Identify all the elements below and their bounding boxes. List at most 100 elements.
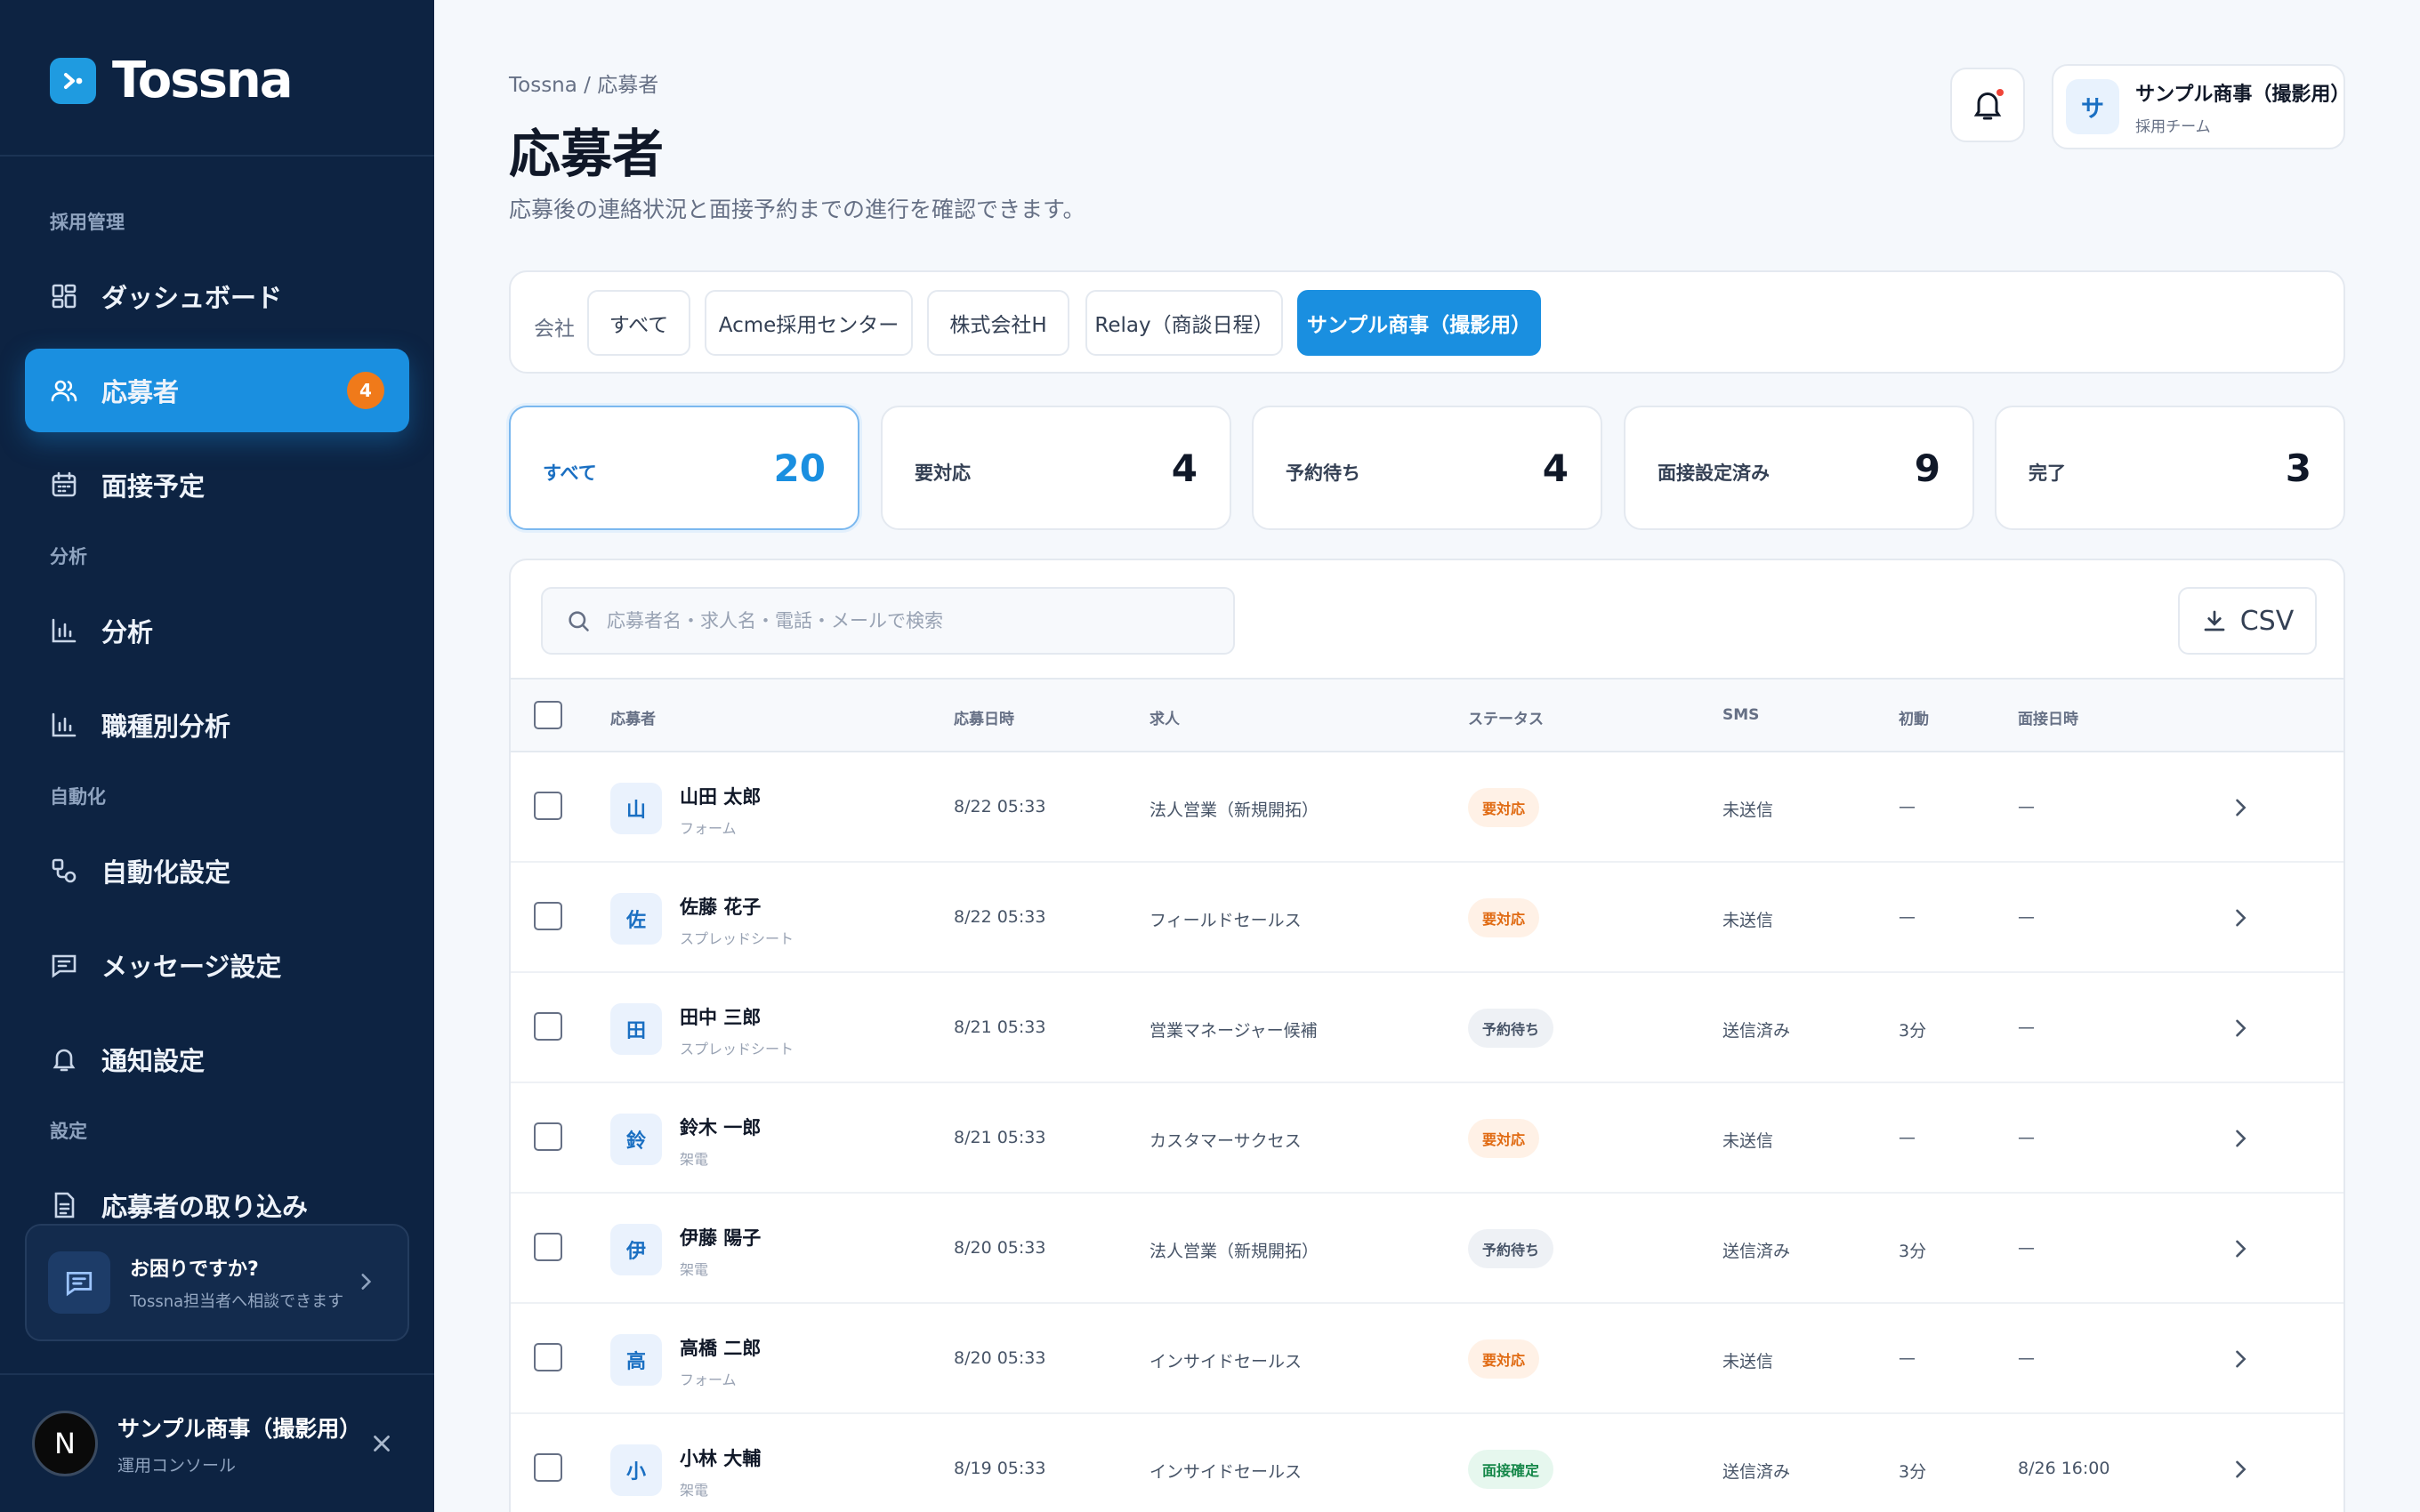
table-row[interactable]: 小 小林 大輔 架電 8/19 05:33 インサイドセールス 面接確定 送信済… bbox=[511, 1414, 2343, 1512]
stat-card-awaiting-booking[interactable]: 予約待ち 4 bbox=[1252, 406, 1602, 530]
table-row[interactable]: 山 山田 太郎 フォーム 8/22 05:33 法人営業（新規開拓） 要対応 未… bbox=[511, 752, 2343, 863]
user-menu[interactable]: サ サンプル商事（撮影用） 採用チーム bbox=[2052, 64, 2350, 149]
table-row[interactable]: 高 高橋 二郎 フォーム 8/20 05:33 インサイドセールス 要対応 未送… bbox=[511, 1304, 2343, 1414]
row-checkbox[interactable] bbox=[534, 1122, 562, 1151]
chevron-right-icon[interactable] bbox=[2228, 1016, 2253, 1041]
sidebar-item-automation[interactable]: 自動化設定 bbox=[25, 829, 409, 913]
sidebar-item-label: 通知設定 bbox=[101, 1046, 206, 1076]
company-chip-all[interactable]: すべて bbox=[587, 290, 690, 356]
column-header-sms: SMS bbox=[1722, 706, 1760, 724]
close-icon[interactable] bbox=[368, 1430, 395, 1457]
table-row[interactable]: 田 田中 三郎 スプレッドシート 8/21 05:33 営業マネージャー候補 予… bbox=[511, 973, 2343, 1083]
sidebar-item-applicants[interactable]: 応募者 4 bbox=[25, 349, 409, 432]
company-chip-sample[interactable]: サンプル商事（撮影用） bbox=[1297, 290, 1541, 356]
row-checkbox[interactable] bbox=[534, 1343, 562, 1371]
applied-at: 8/19 05:33 bbox=[954, 1459, 1046, 1478]
sidebar-item-label: ダッシュボード bbox=[101, 283, 283, 313]
account-switcher[interactable]: N サンプル商事（撮影用） 運用コンソール bbox=[32, 1411, 361, 1476]
chevron-right-icon[interactable] bbox=[2228, 1126, 2253, 1151]
stat-card-action-required[interactable]: 要対応 4 bbox=[881, 406, 1231, 530]
help-card[interactable]: お困りですか? Tossna担当者へ相談できます bbox=[25, 1224, 409, 1341]
company-chip-acme[interactable]: Acme採用センター bbox=[705, 290, 913, 356]
status-badge: 要対応 bbox=[1468, 1119, 1540, 1158]
page-description: 応募後の連絡状況と面接予約までの進行を確認できます。 bbox=[509, 197, 1085, 222]
bar-chart-icon bbox=[50, 616, 78, 645]
nav-section-analysis: 分析 bbox=[50, 546, 87, 567]
row-checkbox[interactable] bbox=[534, 792, 562, 820]
chevron-right-icon bbox=[354, 1270, 377, 1293]
chevron-right-icon[interactable] bbox=[2228, 1347, 2253, 1371]
chevron-right-icon[interactable] bbox=[2228, 1457, 2253, 1482]
search-box[interactable] bbox=[541, 587, 1235, 655]
company-chip-h[interactable]: 株式会社H bbox=[927, 290, 1069, 356]
stat-label: 面接設定済み bbox=[1658, 462, 1770, 484]
page-title: 応募者 bbox=[509, 124, 665, 184]
applicant-name[interactable]: 山田 太郎 bbox=[680, 783, 761, 809]
search-input[interactable] bbox=[607, 610, 1212, 631]
sidebar-item-job-analytics[interactable]: 職種別分析 bbox=[25, 683, 409, 767]
table-row[interactable]: 鈴 鈴木 一郎 架電 8/21 05:33 カスタマーサクセス 要対応 未送信 … bbox=[511, 1083, 2343, 1194]
sidebar-item-label: 応募者の取り込み bbox=[101, 1192, 309, 1222]
divider bbox=[0, 1373, 434, 1375]
applicant-name[interactable]: 田中 三郎 bbox=[680, 1003, 761, 1030]
table-row[interactable]: 伊 伊藤 陽子 架電 8/20 05:33 法人営業（新規開拓） 予約待ち 送信… bbox=[511, 1194, 2343, 1304]
avatar: 山 bbox=[610, 783, 662, 834]
applicant-source: スプレッドシート bbox=[680, 930, 795, 947]
applicant-name[interactable]: 高橋 二郎 bbox=[680, 1334, 761, 1361]
nav-section-automation: 自動化 bbox=[50, 786, 106, 808]
interview-at: — bbox=[2018, 797, 2035, 816]
job-title: 法人営業（新規開拓） bbox=[1150, 800, 1319, 820]
sidebar-item-notifications[interactable]: 通知設定 bbox=[25, 1017, 409, 1101]
stat-card-completed[interactable]: 完了 3 bbox=[1995, 406, 2345, 530]
chevron-right-icon[interactable] bbox=[2228, 905, 2253, 930]
select-all-checkbox[interactable] bbox=[534, 701, 562, 729]
job-title: 法人営業（新規開拓） bbox=[1150, 1242, 1319, 1261]
sidebar-item-dashboard[interactable]: ダッシュボード bbox=[25, 254, 409, 338]
applied-at: 8/22 05:33 bbox=[954, 797, 1046, 816]
sms-status: 送信済み bbox=[1722, 1242, 1791, 1261]
app-logo[interactable]: Tossna bbox=[50, 52, 294, 109]
avatar: N bbox=[32, 1411, 98, 1476]
interview-at: — bbox=[2018, 1238, 2035, 1258]
applied-at: 8/21 05:33 bbox=[954, 1128, 1046, 1147]
sidebar: Tossna 採用管理 ダッシュボード 応募者 4 面接予定 分析 分析 職種別… bbox=[0, 0, 434, 1512]
row-checkbox[interactable] bbox=[534, 1012, 562, 1041]
account-name: サンプル商事（撮影用） bbox=[117, 1415, 362, 1442]
stat-card-interview-set[interactable]: 面接設定済み 9 bbox=[1624, 406, 1974, 530]
download-icon bbox=[2201, 607, 2228, 634]
stat-card-all[interactable]: すべて 20 bbox=[509, 406, 859, 530]
sidebar-item-messages[interactable]: メッセージ設定 bbox=[25, 923, 409, 1007]
chevron-right-icon[interactable] bbox=[2228, 795, 2253, 820]
applicant-source: フォーム bbox=[680, 820, 737, 837]
avatar: サ bbox=[2066, 79, 2120, 134]
notifications-button[interactable] bbox=[1950, 68, 2025, 142]
sidebar-item-interviews[interactable]: 面接予定 bbox=[25, 443, 409, 527]
applied-at: 8/21 05:33 bbox=[954, 1017, 1046, 1037]
row-checkbox[interactable] bbox=[534, 902, 562, 930]
avatar: 高 bbox=[610, 1334, 662, 1386]
column-header-first-response: 初動 bbox=[1899, 711, 1929, 728]
row-checkbox[interactable] bbox=[534, 1233, 562, 1261]
row-checkbox[interactable] bbox=[534, 1453, 562, 1482]
company-filter: 会社 すべて Acme採用センター 株式会社H Relay（商談日程） サンプル… bbox=[509, 270, 2345, 374]
applicant-source: スプレッドシート bbox=[680, 1041, 795, 1058]
applicant-source: 架電 bbox=[680, 1482, 709, 1499]
applicant-name[interactable]: 佐藤 花子 bbox=[680, 893, 761, 920]
file-import-icon bbox=[50, 1191, 78, 1219]
interview-at: — bbox=[2018, 1128, 2035, 1147]
help-title: お困りですか? bbox=[130, 1259, 259, 1281]
applicant-source: 架電 bbox=[680, 1151, 709, 1168]
applicant-source: フォーム bbox=[680, 1371, 737, 1388]
sidebar-item-analytics[interactable]: 分析 bbox=[25, 589, 409, 672]
table-row[interactable]: 佐 佐藤 花子 スプレッドシート 8/22 05:33 フィールドセールス 要対… bbox=[511, 863, 2343, 973]
applicant-name[interactable]: 鈴木 一郎 bbox=[680, 1114, 761, 1140]
chevron-right-icon[interactable] bbox=[2228, 1236, 2253, 1261]
csv-export-button[interactable]: CSV bbox=[2178, 587, 2317, 655]
avatar: 佐 bbox=[610, 893, 662, 945]
applicant-name[interactable]: 小林 大輔 bbox=[680, 1444, 761, 1471]
company-chip-relay[interactable]: Relay（商談日程） bbox=[1085, 290, 1283, 356]
applicant-name[interactable]: 伊藤 陽子 bbox=[680, 1224, 761, 1251]
chat-icon bbox=[48, 1251, 110, 1314]
status-badge: 面接確定 bbox=[1468, 1450, 1554, 1489]
column-header-applied: 応募日時 bbox=[954, 711, 1014, 728]
